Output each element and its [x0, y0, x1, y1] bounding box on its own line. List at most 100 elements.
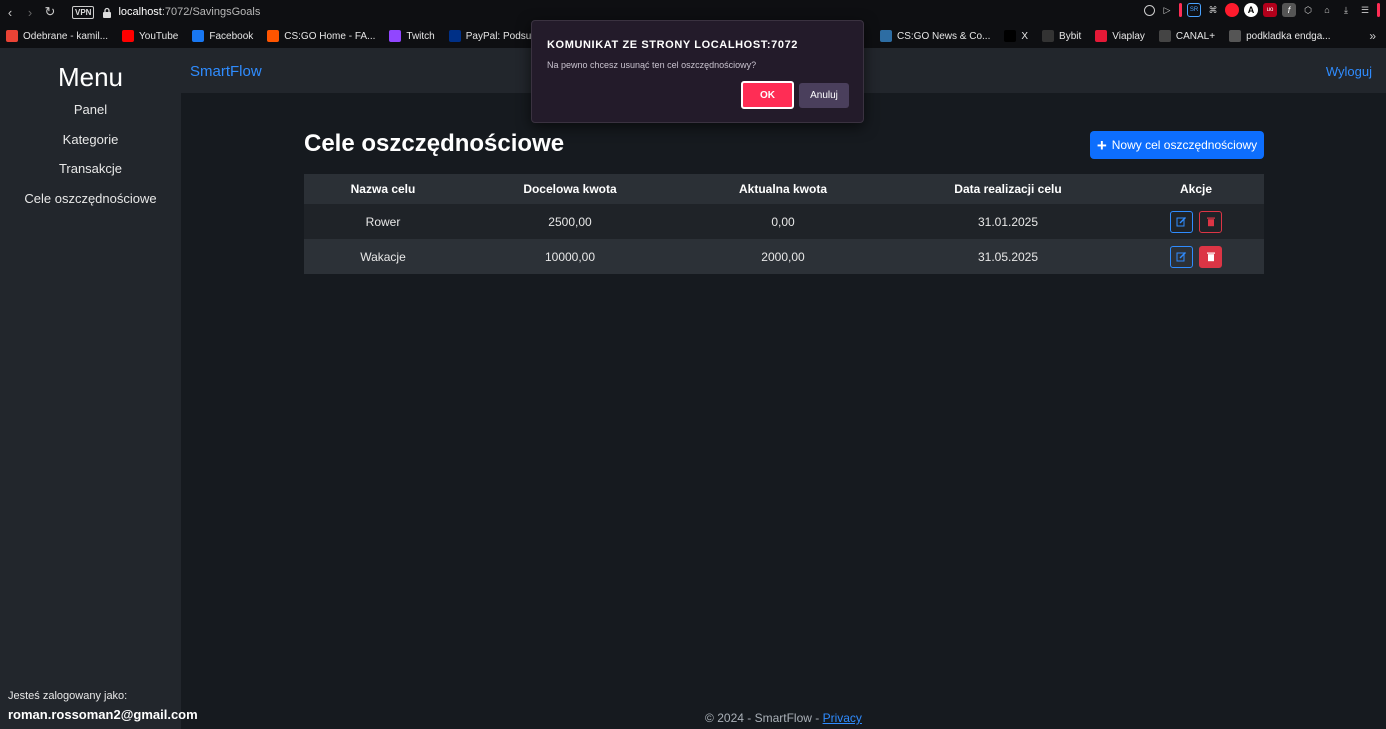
page-title: Cele oszczędnościowe: [304, 130, 565, 157]
edit-button[interactable]: [1170, 210, 1193, 233]
bookmark-facebook[interactable]: Facebook: [192, 30, 253, 42]
screen-icon[interactable]: SR: [1187, 3, 1201, 17]
table-row: Wakacje 10000,00 2000,00 31.05.2025: [304, 239, 1264, 274]
more-bookmarks-icon[interactable]: »: [1369, 29, 1376, 43]
brand-link[interactable]: SmartFlow: [190, 63, 262, 80]
table-row: Rower 2500,00 0,00 31.01.2025: [304, 204, 1264, 239]
bookmark-label: CANAL+: [1175, 30, 1216, 42]
opera-icon[interactable]: [1225, 3, 1239, 17]
logout-link[interactable]: Wyloguj: [1326, 64, 1372, 79]
forward-icon[interactable]: ›: [20, 2, 40, 22]
goal-date: 31.01.2025: [977, 214, 1039, 229]
trash-icon: [1206, 252, 1215, 262]
savings-goals-table: Nazwa celu Docelowa kwota Aktualna kwota…: [304, 174, 1264, 274]
row-actions: [1128, 245, 1264, 268]
column-header: Aktualna kwota: [738, 182, 828, 196]
facebook-icon: [192, 30, 205, 42]
delete-button[interactable]: [1199, 245, 1222, 268]
privacy-link[interactable]: Privacy: [823, 711, 862, 725]
url-path: :7072/SavingsGoals: [161, 6, 261, 18]
new-goal-label: Nowy cel oszczędnościowy: [1111, 138, 1258, 152]
bybit-icon: [1042, 30, 1055, 42]
faceit-icon: [267, 30, 280, 42]
canal-plus-icon: [1158, 30, 1171, 42]
bookmark-gear[interactable]: podkladka endga...: [1229, 30, 1331, 42]
column-header: Docelowa kwota: [523, 182, 617, 196]
download-icon[interactable]: ⤓: [1339, 3, 1353, 17]
hltv-icon: [880, 30, 892, 42]
sidebar-item-transakcje[interactable]: Transakcje: [0, 161, 181, 176]
a-icon[interactable]: A: [1244, 3, 1258, 17]
bookmark-hltv[interactable]: CS:GO News & Co...: [880, 30, 990, 42]
delete-button[interactable]: [1199, 210, 1222, 233]
bookmark-x[interactable]: X: [1004, 30, 1028, 42]
bookmark-label: Twitch: [406, 30, 435, 42]
address-bar[interactable]: localhost:7072/SavingsGoals: [118, 6, 260, 18]
lock-icon[interactable]: [102, 7, 112, 18]
url-host: localhost: [118, 6, 162, 18]
edit-icon: [1176, 252, 1186, 262]
sidebar: Menu Panel Kategorie Transakcje Cele osz…: [0, 48, 198, 729]
script-icon[interactable]: f: [1282, 3, 1296, 17]
bookmark-viaplay[interactable]: Viaplay: [1095, 30, 1145, 42]
sidebar-item-kategorie[interactable]: Kategorie: [0, 132, 181, 147]
ublock-icon[interactable]: uo: [1263, 3, 1277, 17]
paypal-icon: [448, 30, 461, 42]
bookmark-faceit[interactable]: CS:GO Home - FA...: [267, 30, 375, 42]
bookmark-bybit[interactable]: Bybit: [1042, 30, 1081, 42]
cancel-button[interactable]: Anuluj: [799, 83, 849, 108]
confirm-dialog: KOMUNIKAT ZE STRONY LOCALHOST:7072 Na pe…: [531, 20, 864, 123]
row-actions: [1128, 210, 1264, 233]
ok-button[interactable]: OK: [741, 81, 794, 109]
edit-icon: [1176, 217, 1186, 227]
cube-icon[interactable]: ⬡: [1301, 3, 1315, 17]
bookmark-label: CS:GO News & Co...: [897, 30, 991, 42]
bookmark-gmail[interactable]: Odebrane - kamil...: [6, 30, 108, 42]
youtube-icon: [122, 30, 135, 42]
extension-icons: ▷ SR ⌘ A uo f ⬡ ⌂ ⤓ ☰: [1144, 3, 1380, 17]
vpn-badge[interactable]: VPN: [72, 5, 95, 19]
viaplay-icon: [1095, 30, 1108, 42]
bookmark-twitch[interactable]: Twitch: [389, 30, 435, 42]
bookmark-label: Facebook: [209, 30, 254, 42]
back-icon[interactable]: ‹: [0, 2, 20, 22]
play-icon[interactable]: ▷: [1160, 3, 1174, 17]
dialog-message: Na pewno chcesz usunąć ten cel oszczędno…: [547, 60, 757, 70]
goal-current: 0,00: [771, 214, 795, 229]
column-header: Nazwa celu: [350, 182, 416, 196]
reload-icon[interactable]: ↻: [40, 2, 60, 22]
menu-icon[interactable]: ☰: [1358, 3, 1372, 17]
bookmark-label: X: [1021, 30, 1029, 42]
goal-current: 2000,00: [761, 249, 805, 264]
column-header: Akcje: [1179, 182, 1213, 196]
column-header: Data realizacji celu: [954, 182, 1062, 196]
translate-icon[interactable]: ⌘: [1206, 3, 1220, 17]
trash-icon: [1206, 217, 1215, 227]
plus-icon: +: [1096, 135, 1107, 155]
shield-icon[interactable]: [1144, 4, 1155, 16]
gear-icon: [1229, 30, 1242, 42]
footer-text: © 2024 - SmartFlow -: [705, 711, 823, 725]
bookmark-label: Odebrane - kamil...: [23, 30, 109, 42]
bookmark-label: CS:GO Home - FA...: [284, 30, 376, 42]
bookmark-label: podkladka endga...: [1246, 30, 1331, 42]
sidebar-item-panel[interactable]: Panel: [0, 102, 181, 117]
goal-target: 2500,00: [548, 214, 592, 229]
twitch-icon: [389, 30, 402, 42]
x-icon: [1004, 30, 1017, 42]
accent-bar-icon: [1377, 3, 1380, 17]
goal-date: 31.05.2025: [977, 249, 1039, 264]
edit-button[interactable]: [1170, 245, 1193, 268]
logged-in-user: roman.rossoman2@gmail.com: [8, 707, 198, 722]
logged-in-label: Jesteś zalogowany jako:: [8, 690, 128, 702]
bookmark-canal-plus[interactable]: CANAL+: [1158, 30, 1216, 42]
new-goal-button[interactable]: + Nowy cel oszczędnościowy: [1090, 131, 1264, 159]
profile-icon[interactable]: ⌂: [1320, 3, 1334, 17]
table-header: Nazwa celu Docelowa kwota Aktualna kwota…: [304, 174, 1264, 204]
bookmark-youtube[interactable]: YouTube: [122, 30, 178, 42]
menu-title: Menu: [57, 62, 124, 92]
dialog-title: KOMUNIKAT ZE STRONY LOCALHOST:7072: [547, 39, 799, 51]
goal-name: Rower: [365, 214, 401, 229]
sidebar-item-savings-goals[interactable]: Cele oszczędnościowe: [0, 191, 181, 206]
goal-target: 10000,00: [544, 249, 596, 264]
